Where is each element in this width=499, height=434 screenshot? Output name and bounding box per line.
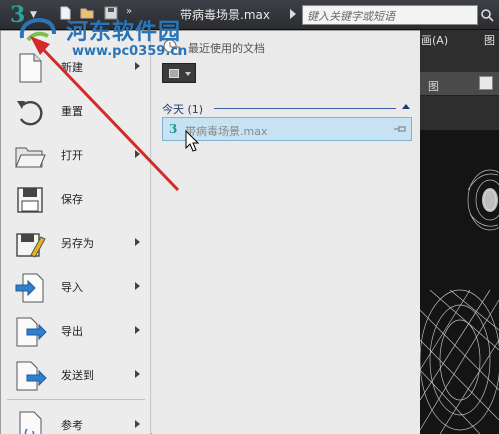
watermark-logo-icon [18,16,58,46]
submenu-arrow-icon [135,62,140,70]
command-label: 重置 [61,105,83,118]
import-icon [13,271,47,305]
reference-icon [13,409,47,434]
application-menu: 新建 重置 打开 保存 另存为 导入 导出 发送到 参考 最近使用的文档 今天 … [0,30,420,434]
search-expand-icon[interactable] [290,9,296,19]
submenu-arrow-icon [135,326,140,334]
watermark-url: www.pc0359.cn [72,44,188,59]
command-label: 参考 [61,419,83,432]
reset-icon [13,95,47,129]
group-header-today[interactable]: 今天 (1) [162,101,414,117]
view-options-dropdown[interactable] [162,63,196,83]
chevron-down-icon [185,72,191,76]
command-label: 导出 [61,325,83,338]
save-command[interactable]: 保存 [1,177,151,221]
submenu-arrow-icon [135,420,140,428]
recent-file-name: 带病毒场景.max [185,125,268,138]
menu-bar-fragment[interactable]: 画(A) [421,32,448,48]
send-to-icon [13,359,47,393]
pin-icon[interactable] [393,123,407,135]
command-label: 发送到 [61,369,94,382]
recent-file-item[interactable]: 3 带病毒场景.max [162,117,412,141]
file-title: 带病毒场景.max [180,8,270,22]
submenu-arrow-icon [135,238,140,246]
reset-command[interactable]: 重置 [1,89,151,133]
submenu-arrow-icon [135,150,140,158]
color-swatch[interactable] [479,76,493,90]
export-command[interactable]: 导出 [1,309,151,353]
divider [7,399,145,400]
command-label: 另存为 [61,237,94,250]
recent-documents-title: 最近使用的文档 [188,42,265,55]
send-to-command[interactable]: 发送到 [1,353,151,397]
open-folder-icon [13,139,47,173]
save-icon [13,183,47,217]
open-command[interactable]: 打开 [1,133,151,177]
recent-documents-panel: 最近使用的文档 今天 (1) 3 带病毒场景.max [152,31,420,434]
max-file-icon: 3 [169,122,178,136]
submenu-arrow-icon [135,370,140,378]
submenu-arrow-icon [135,282,140,290]
save-as-icon [13,227,47,261]
watermark-title: 河东软件园 [66,20,182,45]
export-icon [13,315,47,349]
reference-command[interactable]: 参考 [1,403,151,434]
save-as-command[interactable]: 另存为 [1,221,151,265]
menu-bar-fragment-2[interactable]: 图 [484,32,495,48]
search-input[interactable]: 键入关键字或短语 [302,5,478,25]
command-label: 导入 [61,281,83,294]
divider [214,108,396,109]
new-file-icon [13,51,47,85]
icon-view-icon [169,69,179,78]
command-list: 新建 重置 打开 保存 另存为 导入 导出 发送到 参考 [1,31,151,434]
command-label: 新建 [61,61,83,74]
search-icon[interactable] [480,5,496,25]
group-label: 今天 (1) [162,103,204,116]
import-command[interactable]: 导入 [1,265,151,309]
command-label: 保存 [61,193,83,206]
viewport-label[interactable]: 图 [428,78,439,94]
wireframe-render [420,130,499,434]
collapse-icon[interactable] [402,104,410,109]
command-label: 打开 [61,149,83,162]
